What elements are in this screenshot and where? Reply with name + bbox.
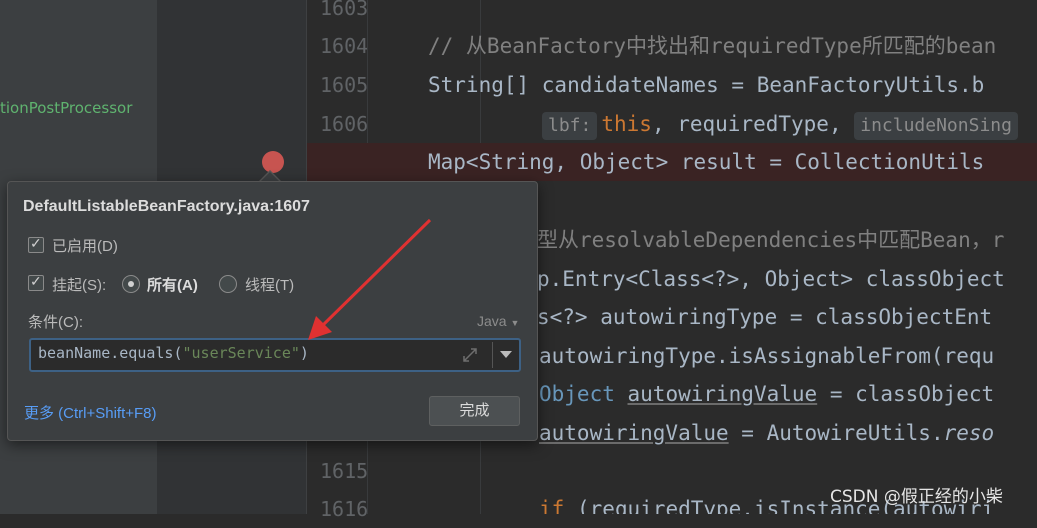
annotation-arrow-icon (308, 218, 432, 340)
watermark: CSDN @假正经的小柴 (830, 487, 1003, 507)
